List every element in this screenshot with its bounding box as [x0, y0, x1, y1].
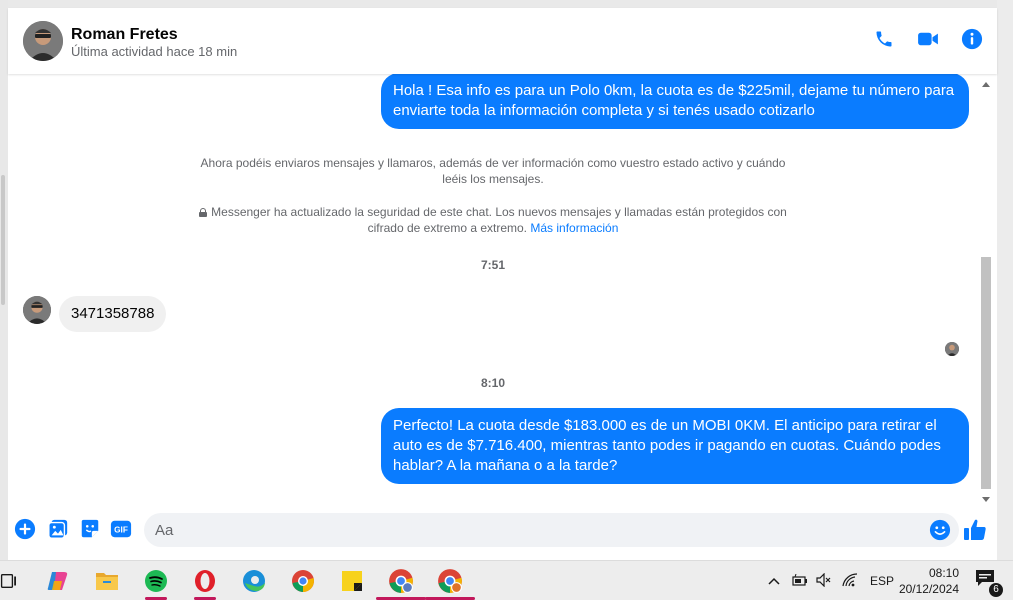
incoming-message[interactable]: 3471358788 [59, 296, 167, 332]
send-like-button[interactable] [963, 518, 986, 540]
copilot-icon [47, 572, 68, 590]
avatar-image [23, 296, 51, 324]
photo-icon [48, 519, 68, 539]
chat-panel: Roman Fretes Última actividad hace 18 mi… [8, 8, 997, 560]
edge-icon [243, 570, 265, 592]
lock-icon [199, 208, 208, 217]
read-receipt-avatar [945, 342, 959, 356]
phone-icon [876, 31, 892, 47]
background-scrollbar[interactable] [1, 175, 5, 305]
taskbar: ESP 08:10 20/12/2024 6 [0, 560, 1013, 600]
screen: Roman Fretes Última actividad hace 18 mi… [0, 0, 1013, 600]
plus-circle-icon [14, 518, 36, 540]
background-window-strip [0, 0, 8, 560]
notification-count-badge: 6 [989, 583, 1003, 597]
thumbs-up-icon [964, 519, 986, 540]
taskbar-copilot[interactable] [43, 566, 73, 596]
scroll-down-arrow-icon[interactable] [982, 497, 990, 502]
opera-icon [195, 570, 215, 592]
message-scrollbar[interactable] [979, 82, 993, 502]
sticky-notes-icon [342, 571, 362, 591]
avatar-image [945, 342, 959, 356]
taskbar-chrome-profile-b[interactable] [425, 566, 475, 600]
last-active-status: Última actividad hace 18 min [71, 44, 238, 59]
info-icon [961, 28, 983, 50]
message-list[interactable]: Hola ! Esa info es para un Polo 0km, la … [8, 74, 997, 506]
system-tray: ESP [768, 561, 894, 600]
battery-status[interactable] [792, 573, 808, 589]
outgoing-message[interactable]: Perfecto! La cuota desde $183.000 es de … [381, 408, 969, 484]
system-notice-contact: Ahora podéis enviaros mensajes y llamaro… [200, 156, 786, 186]
gif-button[interactable]: GIF [110, 518, 132, 540]
emoji-icon [929, 519, 951, 541]
message-input[interactable] [155, 513, 915, 547]
audio-call-button[interactable] [873, 28, 895, 50]
video-call-button[interactable] [917, 28, 939, 50]
avatar-image [23, 21, 63, 61]
messenger-window: Roman Fretes Última actividad hace 18 mi… [0, 0, 1013, 560]
task-view-icon [0, 574, 16, 588]
more-info-link[interactable]: Más información [530, 221, 618, 235]
taskbar-opera[interactable] [190, 566, 220, 600]
show-hidden-icons-button[interactable] [768, 574, 782, 588]
spotify-icon [145, 570, 167, 592]
clock-time: 08:10 [928, 566, 959, 580]
clock-date: 20/12/2024 [898, 582, 959, 596]
network-status[interactable] [842, 572, 858, 590]
more-actions-button[interactable] [14, 518, 36, 540]
window-edge [997, 0, 1013, 560]
taskbar-sticky-notes[interactable] [337, 566, 367, 596]
battery-charging-icon [792, 573, 807, 586]
scroll-thumb[interactable] [981, 257, 991, 489]
taskbar-edge[interactable] [239, 566, 269, 596]
contact-name[interactable]: Roman Fretes [71, 26, 178, 44]
timestamp: 7:51 [480, 258, 506, 272]
taskbar-chrome[interactable] [288, 566, 318, 596]
wifi-icon [842, 572, 858, 586]
taskbar-chrome-profile-a[interactable] [376, 566, 426, 600]
emoji-button[interactable] [929, 519, 951, 541]
sticker-icon [81, 519, 99, 538]
sticker-button[interactable] [79, 518, 101, 540]
system-notice-encryption: Messenger ha actualizado la seguridad de… [188, 204, 798, 236]
chat-header: Roman Fretes Última actividad hace 18 mi… [8, 8, 997, 74]
outgoing-message[interactable]: Hola ! Esa info es para un Polo 0km, la … [381, 74, 969, 129]
header-actions [873, 28, 983, 50]
speaker-muted-icon [816, 572, 831, 587]
taskbar-clock[interactable]: 08:10 20/12/2024 [899, 565, 959, 597]
message-composer: GIF [8, 506, 997, 560]
taskbar-file-explorer[interactable] [92, 566, 122, 596]
gif-label: GIF [114, 526, 128, 535]
taskbar-spotify[interactable] [141, 566, 171, 600]
chrome-icon [292, 570, 314, 592]
attach-media-button[interactable] [47, 518, 69, 540]
encryption-text: Messenger ha actualizado la seguridad de… [211, 205, 787, 235]
contact-avatar[interactable] [23, 21, 63, 61]
chrome-icon [389, 569, 413, 593]
task-view-button[interactable] [0, 566, 22, 596]
chevron-up-icon [768, 577, 780, 585]
gif-icon: GIF [110, 520, 132, 538]
video-camera-icon [918, 32, 938, 46]
contact-message-avatar[interactable] [23, 296, 51, 324]
volume-control[interactable] [816, 572, 832, 590]
message-input-container [144, 513, 959, 547]
input-language[interactable]: ESP [870, 574, 894, 588]
folder-icon [96, 573, 118, 590]
chrome-icon [438, 569, 462, 593]
timestamp: 8:10 [480, 376, 506, 390]
conversation-info-button[interactable] [961, 28, 983, 50]
scroll-up-arrow-icon[interactable] [982, 82, 990, 87]
